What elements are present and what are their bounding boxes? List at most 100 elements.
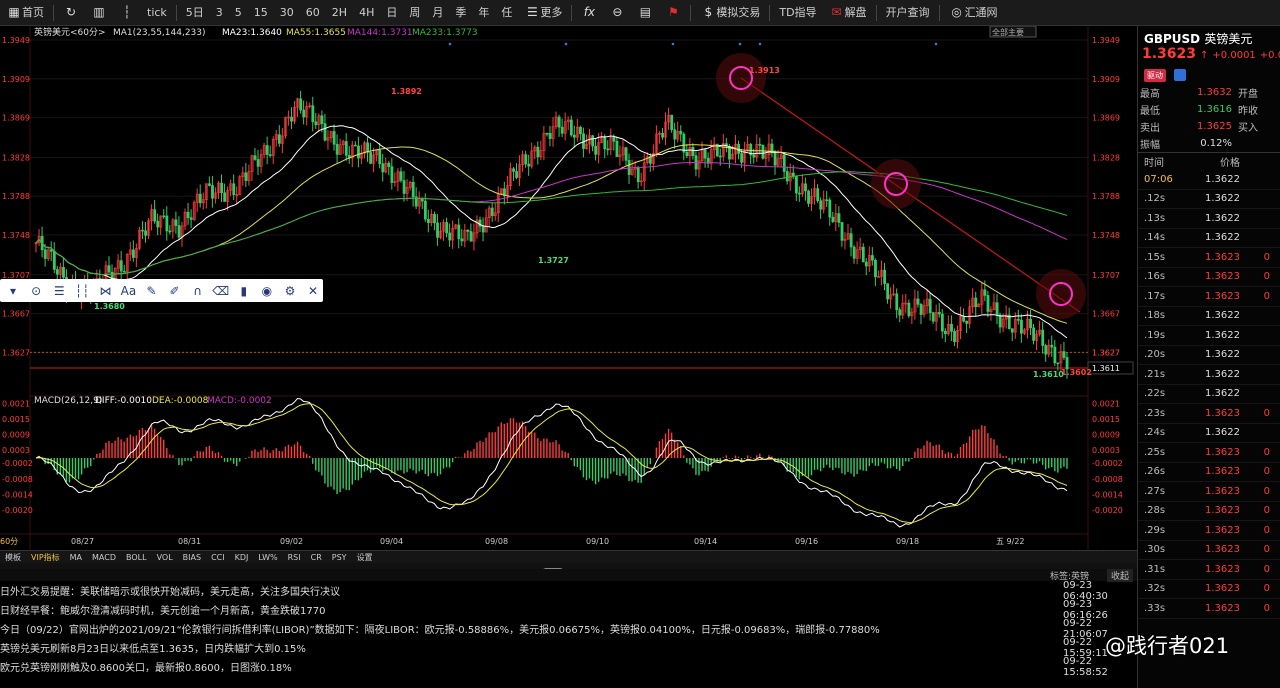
period-5d[interactable]: 5日	[180, 0, 210, 25]
news-item[interactable]: 日财经早餐：鲍威尔澄清减码时机，美元创逾一个月新高，黄金跌破1770 09-23 …	[0, 599, 1137, 621]
formula-button[interactable]: fx	[575, 0, 603, 25]
tick-price: 1.3623	[1205, 524, 1240, 536]
period-month[interactable]: 月	[426, 0, 449, 25]
magnet-icon[interactable]: ∩	[188, 284, 208, 298]
tick-row: .20s 1.3622	[1138, 346, 1280, 365]
candle-body	[402, 180, 406, 194]
period-5[interactable]: 5	[229, 0, 248, 25]
tick-list[interactable]: 07:06 1.3622 .12s 1.3622 .13s 1.3622 .14s 1.362…	[1138, 170, 1280, 619]
tick-time: .22s	[1144, 388, 1166, 400]
candle-body	[974, 297, 978, 308]
bars-icon[interactable]: ┆┆	[72, 284, 92, 298]
tab-settings[interactable]: 设置	[352, 552, 378, 563]
tab-vip[interactable]: VIP指标	[26, 552, 65, 563]
period-30[interactable]: 30	[274, 0, 300, 25]
period-15[interactable]: 15	[248, 0, 274, 25]
eraser-icon[interactable]: ⌫	[211, 284, 231, 298]
sim-trade-button[interactable]: $ 模拟交易	[694, 0, 766, 25]
more-label: 更多	[540, 5, 563, 19]
text-icon[interactable]: Aa	[118, 284, 138, 298]
tick-time: .33s	[1144, 602, 1166, 614]
brush-icon[interactable]: ✐	[165, 284, 185, 298]
pattern-icon[interactable]: ⋈	[95, 284, 115, 298]
fx-news-button[interactable]: ◎ 汇通网	[943, 0, 1004, 25]
fx-news-label: 汇通网	[964, 5, 998, 19]
candle-body	[1029, 318, 1032, 329]
candle-body	[399, 171, 403, 181]
tab-macd[interactable]: MACD	[87, 553, 121, 562]
tick-price: 1.3623	[1205, 544, 1240, 556]
period-day[interactable]: 日	[380, 0, 403, 25]
period-2h[interactable]: 2H	[326, 0, 353, 25]
period-year[interactable]: 年	[472, 0, 495, 25]
divider	[938, 4, 940, 21]
news-text: 今日（09/22）官网出炉的2021/09/21“伦敦银行间拆借利率(LIBOR…	[0, 625, 880, 636]
home-button[interactable]: ▦ 首页	[0, 0, 50, 25]
chart-style-button[interactable]: ▤	[631, 0, 659, 25]
driver-badge[interactable]: 驱动	[1144, 68, 1166, 82]
tab-bias[interactable]: BIAS	[178, 553, 206, 562]
trash-icon[interactable]: ▮	[234, 284, 254, 298]
crosshair-icon[interactable]: ⊙	[26, 284, 46, 298]
candle-body	[895, 293, 899, 311]
price-tick-label: 1.3909	[1092, 75, 1120, 84]
news-item[interactable]: 今日（09/22）官网出炉的2021/09/21“伦敦银行间拆借利率(LIBOR…	[0, 618, 1137, 640]
tick-row: .14s 1.3622	[1138, 229, 1280, 248]
tick-price: 1.3622	[1205, 349, 1240, 361]
news-item[interactable]: 英镑兑美元刷新8月23日以来低点至1.3635，日内跌幅扩大到0.15% 09-2…	[0, 637, 1137, 659]
candle-body	[381, 163, 385, 173]
candle-body	[311, 105, 315, 123]
tab-kdj[interactable]: KDJ	[230, 553, 254, 562]
period-60[interactable]: 60	[300, 0, 326, 25]
news-item[interactable]: 欧元兑英镑刚刚触及0.8600关口，最新报0.8600，日图涨0.18% 09-2…	[0, 656, 1137, 678]
divider	[875, 4, 877, 21]
period-quarter[interactable]: 季	[449, 0, 472, 25]
last-price: 1.3623	[1142, 46, 1197, 62]
tab-ma[interactable]: MA	[65, 553, 87, 562]
eye-icon[interactable]: ◉	[257, 284, 277, 298]
candle-body	[369, 152, 373, 164]
bar-chart-button[interactable]: ▥	[85, 0, 113, 25]
analysis-button[interactable]: ✉ 解盘	[823, 0, 873, 25]
align-icon[interactable]: ☰	[49, 284, 69, 298]
close-icon[interactable]: ✕	[303, 284, 323, 298]
tab-boll[interactable]: BOLL	[121, 553, 152, 562]
candle-body	[624, 147, 628, 161]
period-week[interactable]: 周	[403, 0, 426, 25]
tick-row: .16s 1.3623 0	[1138, 268, 1280, 287]
tick-time: .19s	[1144, 329, 1166, 341]
candle-body	[490, 207, 494, 216]
period-4h[interactable]: 4H	[353, 0, 380, 25]
account-query-button[interactable]: 开户查询	[880, 0, 936, 25]
tick-button[interactable]: tick	[141, 0, 173, 25]
flag-button[interactable]: ⚑	[659, 0, 687, 25]
td-guide-button[interactable]: TD指导	[773, 0, 822, 25]
candle-body	[156, 220, 160, 228]
candle-body	[223, 192, 227, 202]
period-3[interactable]: 3	[210, 0, 229, 25]
period-custom[interactable]: 任	[495, 0, 518, 25]
candle-body	[740, 153, 744, 163]
refresh-button[interactable]: ↻	[57, 0, 85, 25]
tab-template[interactable]: 模板	[0, 552, 26, 563]
price-tick-label: 1.3748	[2, 231, 30, 240]
tab-psy[interactable]: PSY	[327, 553, 352, 562]
caret-icon[interactable]: ▾	[3, 284, 23, 298]
stat-value: 0.12%	[1200, 138, 1232, 149]
news-item[interactable]: 日外汇交易提醒：美联储暗示或很快开始减码，美元走高，关注多国央行决议 09-23 …	[0, 580, 1137, 602]
candle-body	[782, 154, 786, 172]
tab-vol[interactable]: VOL	[152, 553, 178, 562]
candle-button[interactable]: ┆	[113, 0, 141, 25]
tab-lw[interactable]: LW%	[253, 553, 282, 562]
pencil-icon[interactable]: ✎	[141, 284, 161, 298]
more-button[interactable]: ☰ 更多	[518, 0, 568, 25]
tab-cr[interactable]: CR	[306, 553, 327, 562]
tab-rsi[interactable]: RSI	[283, 553, 306, 562]
candle-body	[220, 182, 224, 194]
news-panel: 标签:英镑 收起 日外汇交易提醒：美联储暗示或很快开始减码，美元走高，关注多国央…	[0, 568, 1137, 688]
zoom-out-button[interactable]: ⊖	[603, 0, 631, 25]
tab-cci[interactable]: CCI	[206, 553, 230, 562]
gear-icon[interactable]: ⚙	[280, 284, 300, 298]
candle-body	[612, 137, 616, 142]
bell-icon[interactable]	[1174, 69, 1186, 81]
